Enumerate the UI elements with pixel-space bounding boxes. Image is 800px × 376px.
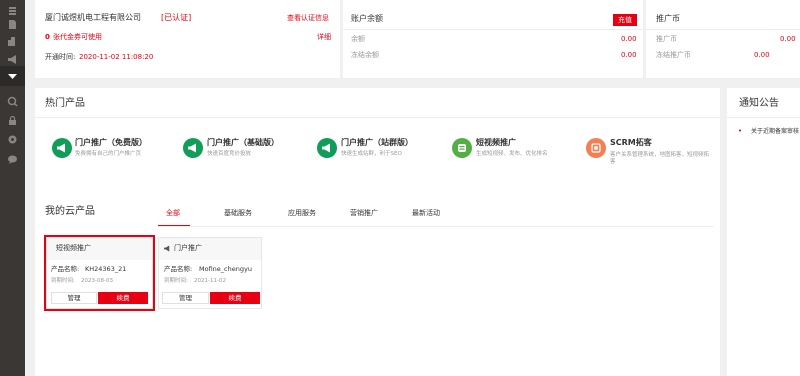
- product-desc: 快速生成站群，利于SEO: [341, 151, 402, 157]
- tab-marketing[interactable]: 营销推广: [350, 208, 378, 218]
- expire-value: 2021-11-02: [194, 278, 226, 284]
- tab-all[interactable]: 全部: [166, 208, 180, 218]
- hot-products-title: 热门产品: [45, 98, 85, 109]
- document-icon[interactable]: [7, 19, 18, 30]
- promo-coin-label: 推广币: [656, 35, 677, 43]
- promo-coin-value: 0.00: [780, 35, 796, 43]
- scrm-icon: [586, 138, 606, 158]
- megaphone-icon: [52, 138, 72, 158]
- opened-label: 开通时间:: [45, 53, 76, 61]
- product-name: 门户推广（基础版）: [207, 138, 279, 147]
- tab-app-services[interactable]: 应用服务: [288, 208, 316, 218]
- megaphone-icon[interactable]: [7, 54, 18, 65]
- left-sidebar: [0, 0, 25, 376]
- gear-icon[interactable]: [7, 134, 18, 145]
- notice-card: 通知公告 • 关于近期备案审核: [727, 88, 800, 376]
- account-balance-card: 账户余额 充值 余额 0.00 冻结余额 0.00: [343, 0, 643, 78]
- tab-latest-activities[interactable]: 最新活动: [412, 208, 440, 218]
- product-desc: 客户关系管理系统，地图拓客，短视频拓客: [610, 152, 710, 165]
- renew-button[interactable]: 续费: [210, 292, 260, 304]
- bullet-icon: •: [738, 127, 743, 135]
- account-title: 账户余额: [351, 14, 383, 23]
- recharge-button[interactable]: 充值: [613, 14, 637, 26]
- product-card-portal: 门户推广 产品名称: Mofine_chengyu 到期时间: 2021-11-…: [158, 237, 262, 309]
- megaphone-icon: [183, 138, 203, 158]
- product-name: 门户推广（站群版）: [341, 138, 413, 147]
- opened-time: 2020-11-02 11:08:20: [79, 53, 154, 61]
- balance-label: 余额: [351, 35, 365, 43]
- vouchers-count: 0: [45, 33, 50, 41]
- chat-icon[interactable]: [7, 154, 18, 165]
- product-desc: 免费拥有自己的门户推广页: [75, 151, 142, 157]
- divider: [343, 29, 643, 30]
- expire-label: 到期时间:: [164, 278, 188, 284]
- promo-coin-card: 推广币 推广币 0.00 冻结推广币 0.00: [646, 0, 800, 78]
- hot-products-card: 热门产品 门户推广（免费版） 免费拥有自己的门户推广页 门户推广（基础版） 快速…: [35, 88, 720, 376]
- divider: [646, 29, 800, 30]
- details-link[interactable]: 详细: [317, 34, 331, 41]
- product-desc: 快速百度竞价投放: [207, 151, 252, 157]
- company-card: 厦门诚煜机电工程有限公司 [已认证] 查看认证信息 0 张代金券可使用 详细 开…: [35, 0, 340, 78]
- product-name-value: Mofine_chengyu: [199, 265, 252, 273]
- card-title: 门户推广: [174, 244, 202, 252]
- product-name: 门户推广（免费版）: [75, 138, 147, 147]
- vouchers-text: 张代金券可使用: [53, 33, 102, 41]
- selected-card-outline: [44, 235, 155, 311]
- product-name: 短视频推广: [476, 138, 516, 147]
- verified-badge: [已认证]: [161, 13, 192, 22]
- view-cert-link[interactable]: 查看认证信息: [287, 15, 329, 22]
- tab-basic-services[interactable]: 基础服务: [224, 208, 252, 218]
- building-icon[interactable]: [7, 36, 18, 47]
- product-name: SCRM拓客: [610, 138, 652, 147]
- promo-coin-title: 推广币: [656, 14, 680, 23]
- cloud-products-title: 我的云产品: [45, 206, 95, 217]
- product-name-label: 产品名称:: [164, 265, 193, 273]
- frozen-balance-value: 0.00: [621, 51, 637, 59]
- notice-item[interactable]: 关于近期备案审核: [751, 129, 799, 135]
- company-name: 厦门诚煜机电工程有限公司: [45, 13, 141, 22]
- lock-icon[interactable]: [7, 115, 18, 126]
- notice-title: 通知公告: [739, 98, 779, 109]
- divider: [35, 117, 720, 118]
- frozen-coin-label: 冻结推广币: [656, 51, 691, 59]
- balance-value: 0.00: [621, 35, 637, 43]
- megaphone-icon: [164, 245, 171, 252]
- megaphone-icon: [317, 138, 337, 158]
- video-icon: [452, 138, 472, 158]
- tabs-divider: [158, 226, 713, 227]
- divider: [727, 117, 800, 118]
- product-desc: 生成短视频、发布、优化排名: [476, 151, 548, 157]
- frozen-coin-value: 0.00: [754, 51, 770, 59]
- frozen-balance-label: 冻结余额: [351, 51, 379, 59]
- layers-icon[interactable]: [7, 5, 18, 16]
- manage-button[interactable]: 管理: [162, 292, 209, 304]
- dropdown-arrow-icon[interactable]: [7, 71, 18, 82]
- analytics-icon[interactable]: [7, 96, 18, 107]
